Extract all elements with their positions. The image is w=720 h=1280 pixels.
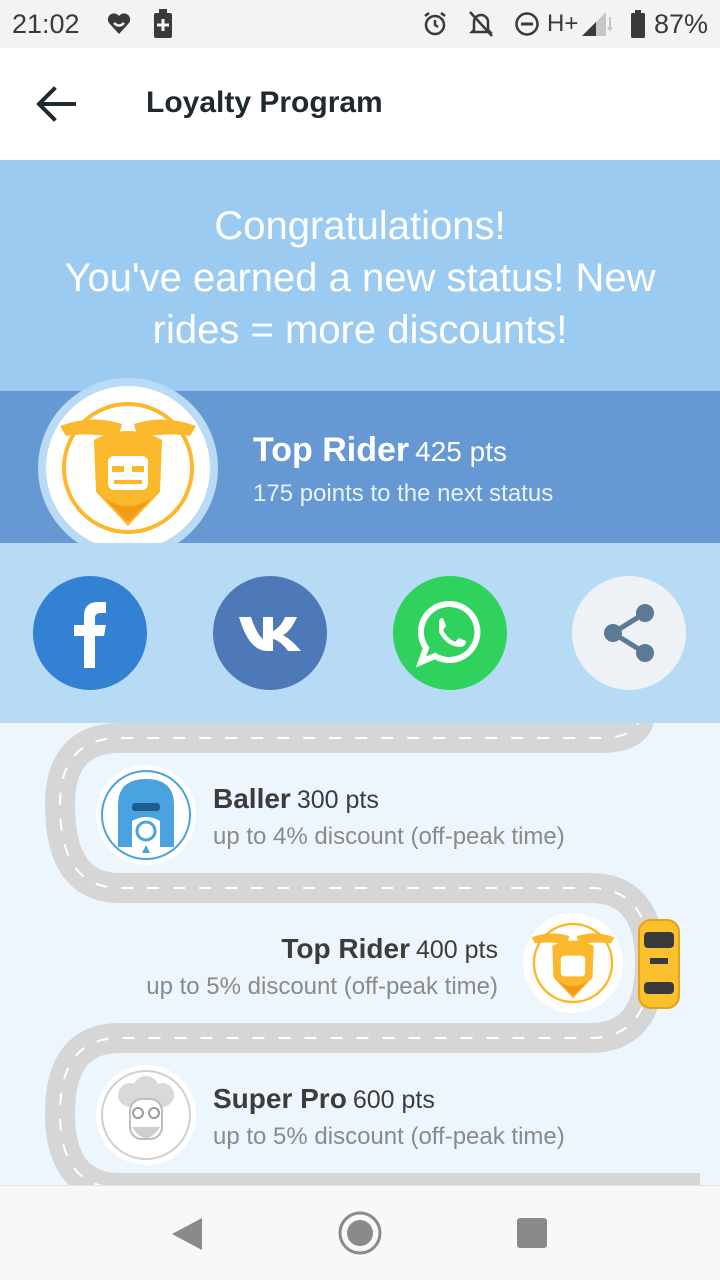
facebook-icon — [74, 602, 106, 668]
viking-rider-icon — [60, 402, 196, 534]
levels-track: Baller 300 pts up to 4% discount (off-pea… — [0, 723, 720, 1185]
whatsapp-icon — [415, 600, 481, 668]
congrats-line-1: Congratulations! — [214, 204, 506, 248]
current-status-title: Top Rider 425 pts — [253, 431, 507, 470]
heart-notification-icon — [107, 13, 131, 34]
android-nav-bar — [0, 1185, 720, 1280]
level-name-baller: Baller 300 pts — [213, 783, 379, 815]
app-bar: Loyalty Program — [0, 48, 720, 160]
level-title: Super Pro — [213, 1083, 347, 1114]
level-avatar-super-pro — [96, 1065, 196, 1165]
status-bar: 21:02 H+ 87% — [0, 0, 720, 48]
current-status-points: 425 pts — [415, 436, 507, 467]
current-status-avatar — [38, 378, 218, 558]
battery-saver-notification-icon — [154, 9, 172, 38]
nav-back-icon[interactable] — [170, 1216, 204, 1252]
vk-share-button[interactable] — [213, 576, 327, 690]
battery-icon — [631, 10, 645, 38]
congrats-line-2: You've earned a new status! New — [64, 256, 656, 300]
network-type: H+ — [547, 10, 579, 37]
super-pro-avatar-icon — [101, 1070, 191, 1160]
baller-avatar-icon — [101, 770, 191, 860]
share-row — [0, 543, 720, 723]
level-desc-super-pro: up to 5% discount (off-peak time) — [213, 1123, 565, 1150]
nav-recents-icon[interactable] — [516, 1217, 548, 1249]
level-name-super-pro: Super Pro 600 pts — [213, 1083, 435, 1115]
share-icon — [604, 604, 654, 662]
level-title: Top Rider — [281, 933, 410, 964]
level-points: 600 pts — [352, 1086, 435, 1114]
page-title: Loyalty Program — [146, 86, 383, 119]
current-status-name: Top Rider — [253, 431, 410, 469]
nav-home-icon[interactable] — [337, 1210, 383, 1256]
back-arrow-icon[interactable] — [34, 84, 78, 124]
level-name-top-rider: Top Rider 400 pts — [281, 933, 498, 965]
next-status-text: 175 points to the next status — [253, 480, 554, 507]
status-time: 21:02 — [12, 9, 80, 39]
level-desc-baller: up to 4% discount (off-peak time) — [213, 823, 565, 850]
level-points: 300 pts — [296, 786, 379, 814]
taxi-car-icon — [638, 919, 680, 1009]
level-title: Baller — [213, 783, 291, 814]
level-avatar-baller — [96, 765, 196, 865]
level-avatar-top-rider — [523, 913, 623, 1013]
more-share-button[interactable] — [572, 576, 686, 690]
vk-icon — [239, 617, 301, 651]
congrats-banner: Congratulations! You've earned a new sta… — [0, 160, 720, 391]
signal-icon — [582, 12, 613, 36]
level-points: 400 pts — [415, 936, 498, 964]
alarm-icon — [424, 12, 446, 36]
congrats-line-3: rides = more discounts! — [152, 308, 568, 352]
battery-percent: 87% — [653, 9, 708, 39]
do-not-disturb-icon — [515, 12, 539, 36]
level-desc-top-rider: up to 5% discount (off-peak time) — [146, 973, 498, 1000]
viking-rider-icon — [531, 922, 615, 1004]
facebook-share-button[interactable] — [33, 576, 147, 690]
whatsapp-share-button[interactable] — [393, 576, 507, 690]
mute-icon — [468, 11, 494, 37]
